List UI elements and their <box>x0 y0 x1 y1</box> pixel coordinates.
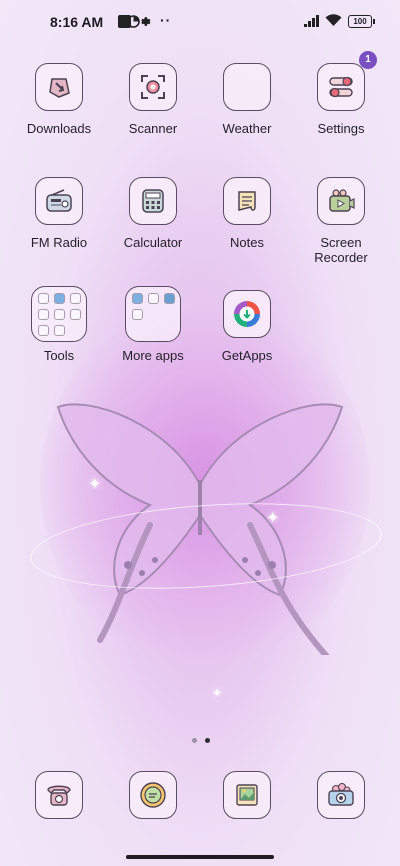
clock: 8:16 AM <box>50 14 104 30</box>
app-label: Calculator <box>123 235 183 250</box>
calculator-icon <box>129 177 177 225</box>
weather-icon <box>223 63 271 111</box>
home-gesture-bar[interactable] <box>126 855 274 859</box>
page-dot-active[interactable] <box>205 738 210 743</box>
folder-more-apps[interactable]: More apps <box>106 286 200 363</box>
app-label: Settings <box>317 121 365 136</box>
app-calculator[interactable]: Calculator <box>106 177 200 250</box>
app-label: Tools <box>43 348 75 363</box>
folder-tools[interactable]: Tools <box>12 286 106 363</box>
more-notifications-icon: ·· <box>160 12 172 28</box>
settings-icon: 1 <box>317 51 377 111</box>
folder-icon <box>31 286 87 342</box>
page-dot[interactable] <box>192 738 197 743</box>
status-bar: 8:16 AM ·· 100 <box>0 0 400 44</box>
notification-badge: 1 <box>359 51 377 69</box>
app-notes[interactable]: Notes <box>200 177 294 250</box>
radio-icon <box>35 177 83 225</box>
app-label: Downloads <box>26 121 92 136</box>
app-label: Screen Recorder <box>314 235 368 265</box>
screen-recorder-icon <box>317 177 365 225</box>
app-label: Notes <box>230 235 264 250</box>
media-notification-icon <box>118 15 131 28</box>
sparkle-decoration: ✦ <box>212 686 223 700</box>
app-fm-radio[interactable]: FM Radio <box>12 177 106 250</box>
app-label: Scanner <box>128 121 178 136</box>
app-label: More apps <box>122 348 184 363</box>
folder-icon <box>125 286 181 342</box>
app-settings[interactable]: 1 Settings <box>294 51 388 136</box>
page-indicator <box>188 730 214 748</box>
app-scanner[interactable]: Scanner <box>106 63 200 136</box>
phone-icon[interactable] <box>35 771 83 819</box>
camera-icon[interactable] <box>317 771 365 819</box>
battery-icon: 100 <box>348 15 375 28</box>
app-label: GetApps <box>221 348 273 363</box>
app-label: FM Radio <box>30 235 88 250</box>
settings-gear-icon <box>141 17 151 26</box>
wifi-icon <box>325 14 342 26</box>
messages-icon[interactable] <box>129 771 177 819</box>
signal-icon <box>304 15 319 27</box>
getapps-icon <box>223 290 271 338</box>
downloads-icon <box>35 63 83 111</box>
app-weather[interactable]: Weather <box>200 63 294 136</box>
notes-icon <box>223 177 271 225</box>
app-getapps[interactable]: GetApps <box>200 290 294 363</box>
app-screen-recorder[interactable]: Screen Recorder <box>294 177 388 265</box>
sparkle-decoration: ✦ <box>88 476 102 493</box>
gallery-icon[interactable] <box>223 771 271 819</box>
app-downloads[interactable]: Downloads <box>12 63 106 136</box>
sparkle-decoration: ✦ <box>266 510 280 527</box>
app-label: Weather <box>222 121 272 136</box>
scanner-icon <box>129 63 177 111</box>
